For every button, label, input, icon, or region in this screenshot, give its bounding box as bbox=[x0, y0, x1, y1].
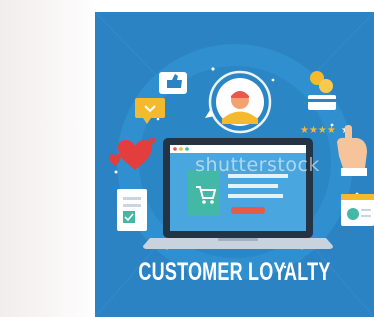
customer-loyalty-illustration: ★★★★ ★ bbox=[95, 12, 374, 317]
document-icon bbox=[117, 189, 147, 231]
svg-text:★★★★: ★★★★ bbox=[300, 125, 336, 136]
title-banner: CUSTOMER LOYALTY bbox=[138, 258, 331, 286]
watermark-text: shutterstock bbox=[195, 154, 320, 176]
thumbs-up-icon bbox=[159, 72, 187, 94]
profile-card-icon bbox=[341, 194, 374, 226]
rating-stars: ★★★★ ★ bbox=[300, 125, 350, 136]
credit-card-icon bbox=[308, 95, 336, 110]
